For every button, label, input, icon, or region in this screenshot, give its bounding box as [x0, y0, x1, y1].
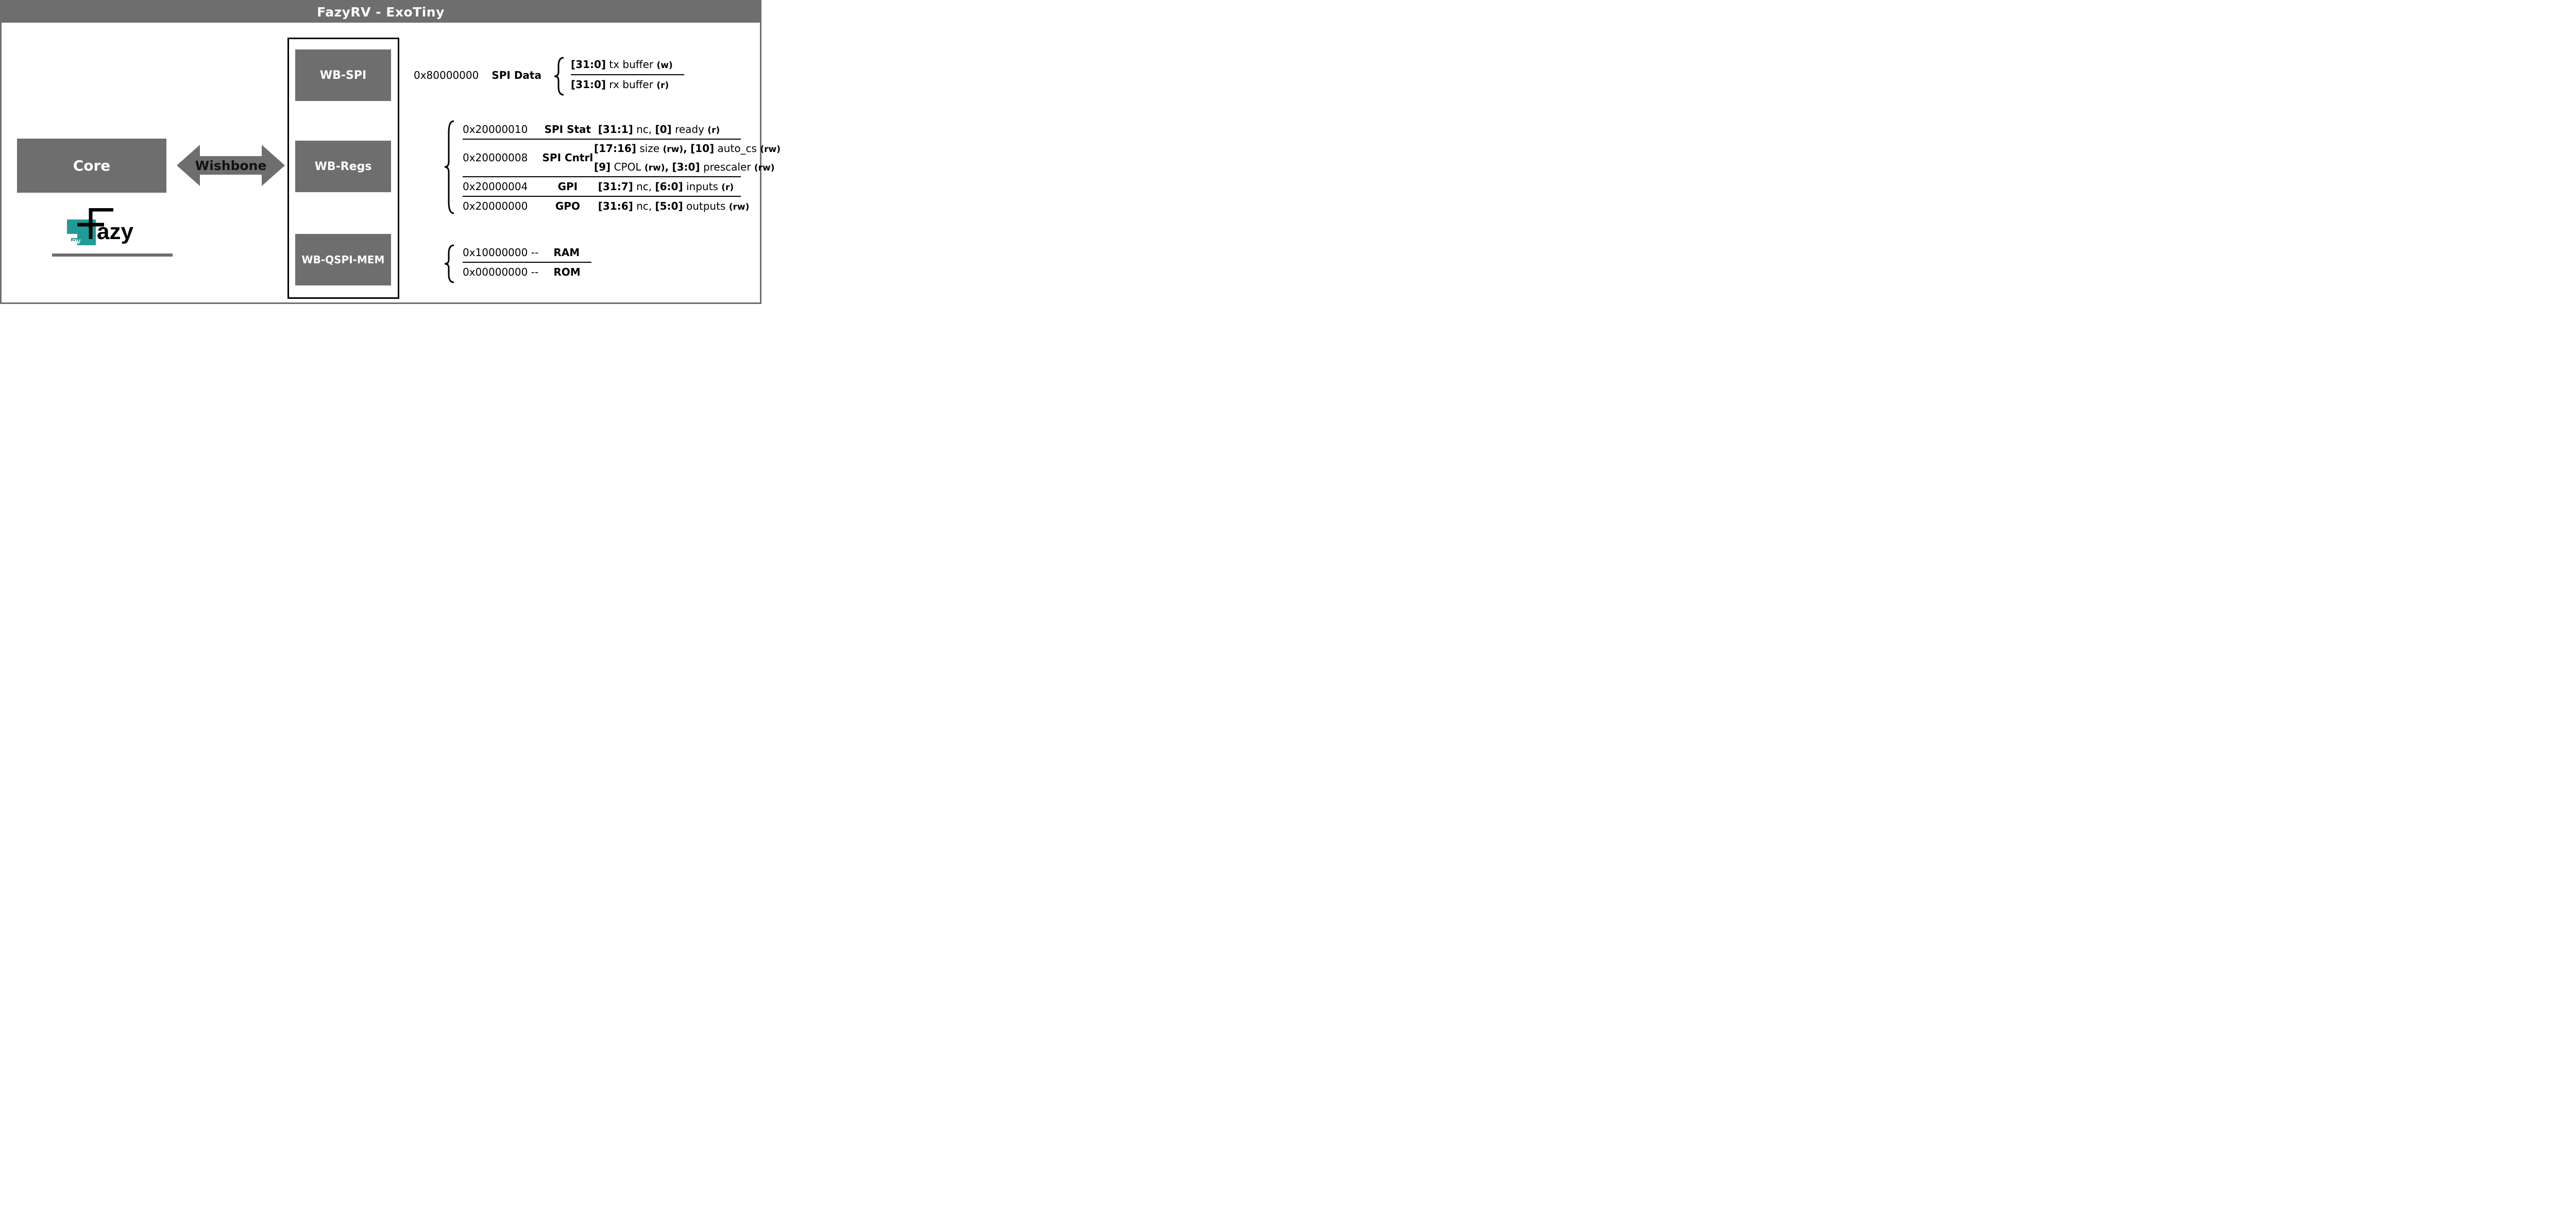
wishbone-arrow: Wishbone [177, 142, 285, 189]
wishbone-label: Wishbone [177, 142, 285, 189]
spi-data-rx: [31:0] rx buffer (r) [571, 78, 669, 91]
spi-cntrl-row: 0x20000008 SPI Cntrl [463, 151, 595, 164]
core-block: Core [17, 139, 166, 193]
spi-data-addr: 0x80000000 SPI Data [414, 69, 541, 81]
spi-stat-row: 0x20000010 SPI Stat [31:1] nc, [0] ready… [463, 123, 720, 136]
diagram-title: FazyRV - ExoTiny [2, 2, 760, 23]
divider [463, 176, 741, 177]
spi-data-tx: [31:0] tx buffer (w) [571, 58, 673, 71]
divider [463, 139, 741, 140]
ram-row: 0x10000000 -- RAM [463, 246, 580, 259]
spi-cntrl-bits1: [17:16] size (rw), [10] auto_cs (rw) [594, 142, 781, 155]
diagram-content: Core RV azy Wishbone WB-SP [2, 23, 760, 302]
diagram-frame: FazyRV - ExoTiny Core RV azy Wish [0, 0, 761, 304]
logo-underline [52, 254, 173, 257]
wb-regs-block: WB-Regs [295, 141, 391, 192]
rom-row: 0x00000000 -- ROM [463, 266, 581, 278]
gpi-row: 0x20000004 GPI [31:7] nc, [6:0] inputs (… [463, 180, 734, 193]
gpo-row: 0x20000000 GPO [31:6] nc, [5:0] outputs … [463, 200, 749, 212]
brace-icon [443, 120, 457, 215]
wb-spi-block: WB-SPI [295, 49, 391, 101]
fazyrv-logo: RV azy [67, 208, 157, 249]
divider [463, 262, 591, 263]
brace-icon [443, 244, 457, 283]
svg-text:azy: azy [97, 219, 133, 244]
divider [463, 196, 741, 197]
brace-icon [552, 57, 567, 96]
divider [571, 74, 684, 75]
svg-text:RV: RV [72, 238, 80, 245]
wb-qspi-mem-block: WB-QSPI-MEM [295, 234, 391, 285]
spi-cntrl-bits2: [9] CPOL (rw), [3:0] prescaler (rw) [594, 161, 774, 173]
